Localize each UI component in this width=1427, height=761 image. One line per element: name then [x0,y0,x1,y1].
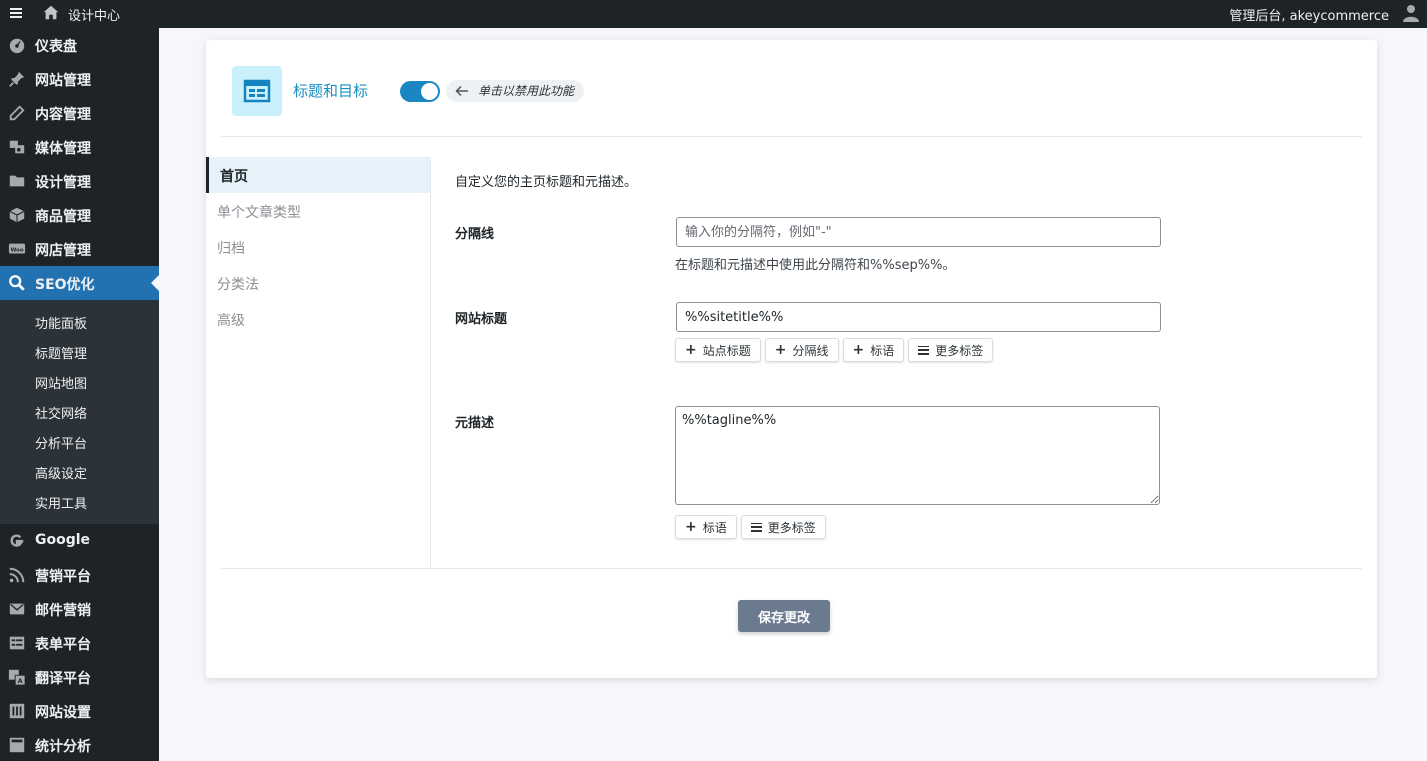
user-greeting[interactable]: 管理后台, akeycommerce [1229,5,1389,24]
search-icon [9,275,25,291]
sidebar-item-design[interactable]: 设计管理 [0,164,159,198]
tag-tagline-button[interactable]: + 标语 [675,515,737,539]
plus-icon: + [685,519,697,535]
submenu-item-features[interactable]: 功能面板 [0,306,159,336]
woo-icon: Woo [8,243,26,254]
list-icon [918,345,930,355]
more-tags-button[interactable]: 更多标签 [908,338,994,362]
tab-advanced[interactable]: 高级 [206,301,430,337]
rss-icon [9,567,25,583]
submenu-item-social[interactable]: 社交网络 [0,396,159,426]
admin-sidebar: 仪表盘 网站管理 内容管理 媒体管理 设计管理 商品管理 Woo 网店管理 SE… [0,28,159,761]
footer-divider [221,568,1362,569]
media-icon [9,140,25,154]
meta-description-label: 元描述 [455,416,495,431]
save-changes-button[interactable]: 保存更改 [738,600,830,632]
translate-icon: A [8,669,26,686]
toggle-hint: 单击以禁用此功能 [446,80,585,102]
submenu-item-advanced[interactable]: 高级设定 [0,456,159,486]
tag-site-title-button[interactable]: + 站点标题 [675,338,761,362]
folder-icon [9,175,25,187]
svg-text:Woo: Woo [10,247,23,253]
settings-icon [9,703,25,719]
sidebar-item-settings[interactable]: 网站设置 [0,694,159,728]
submenu-item-tools[interactable]: 实用工具 [0,486,159,516]
table-icon [243,79,271,103]
sidebar-item-email[interactable]: 邮件营销 [0,592,159,626]
sidebar-item-products[interactable]: 商品管理 [0,198,159,232]
plus-icon: + [685,342,697,358]
google-icon [10,534,24,547]
menu-toggle-icon[interactable] [10,6,22,20]
meta-description-tags: + 标语 更多标签 [675,515,826,539]
toggle-knob [421,83,438,100]
avatar-icon[interactable] [1401,3,1421,23]
module-toggle[interactable] [400,81,440,102]
tag-tagline-button[interactable]: + 标语 [842,338,905,362]
seo-submenu: 功能面板 标题管理 网站地图 社交网络 分析平台 高级设定 实用工具 [0,300,159,524]
box-icon [9,207,25,223]
pin-icon [9,71,25,87]
header-divider [221,136,1362,137]
sidebar-item-shop[interactable]: Woo 网店管理 [0,232,159,266]
sidebar-item-google[interactable]: Google [0,524,159,558]
sidebar-item-content[interactable]: 内容管理 [0,96,159,130]
site-title-tags: + 站点标题 + 分隔线 + 标语 更多标签 [675,338,994,362]
admin-bar: 设计中心 管理后台, akeycommerce [0,0,1427,28]
home-icon[interactable] [42,4,60,22]
arrow-left-icon [455,85,468,97]
submenu-item-sitemap[interactable]: 网站地图 [0,366,159,396]
sidebar-item-translate[interactable]: A 翻译平台 [0,660,159,694]
settings-card: 标题和目标 单击以禁用此功能 首页 单个文章类型 归档 分类法 高级 自定义您的… [206,40,1377,678]
sidebar-item-dashboard[interactable]: 仪表盘 [0,28,159,62]
list-icon [750,522,762,532]
tab-taxonomies[interactable]: 分类法 [206,265,430,301]
stats-icon [9,737,25,753]
sidebar-item-stats[interactable]: 统计分析 [0,728,159,761]
dashboard-icon [9,38,25,54]
module-header: 标题和目标 单击以禁用此功能 [206,40,1377,136]
sidebar-item-marketing[interactable]: 营销平台 [0,558,159,592]
svg-text:A: A [18,678,23,685]
site-title-input[interactable] [676,302,1161,332]
active-indicator [151,275,159,291]
tab-homepage[interactable]: 首页 [206,157,430,193]
form-icon [9,636,25,650]
site-name-link[interactable]: 设计中心 [68,5,120,24]
separator-help: 在标题和元描述中使用此分隔符和%%sep%%。 [675,258,956,273]
pencil-icon [9,105,25,121]
submenu-item-titles[interactable]: 标题管理 [0,336,159,366]
mail-icon [9,603,25,615]
sidebar-item-media[interactable]: 媒体管理 [0,130,159,164]
sidebar-item-seo[interactable]: SEO优化 [0,266,159,300]
meta-description-textarea[interactable]: %%tagline%% [675,406,1160,505]
site-title-label: 网站标题 [455,312,508,327]
sidebar-item-forms[interactable]: 表单平台 [0,626,159,660]
more-tags-button[interactable]: 更多标签 [740,515,826,539]
intro-text: 自定义您的主页标题和元描述。 [455,175,638,190]
sidebar-item-site[interactable]: 网站管理 [0,62,159,96]
plus-icon: + [852,342,865,358]
separator-label: 分隔线 [455,227,495,242]
separator-input[interactable] [676,217,1161,247]
plus-icon: + [774,342,787,358]
tag-separator-button[interactable]: + 分隔线 [764,338,839,362]
submenu-item-analytics[interactable]: 分析平台 [0,426,159,456]
module-title: 标题和目标 [293,82,369,100]
tab-archives[interactable]: 归档 [206,229,430,265]
tab-single-post-types[interactable]: 单个文章类型 [206,193,430,229]
module-icon [232,66,282,116]
settings-tabs: 首页 单个文章类型 归档 分类法 高级 [206,157,431,568]
